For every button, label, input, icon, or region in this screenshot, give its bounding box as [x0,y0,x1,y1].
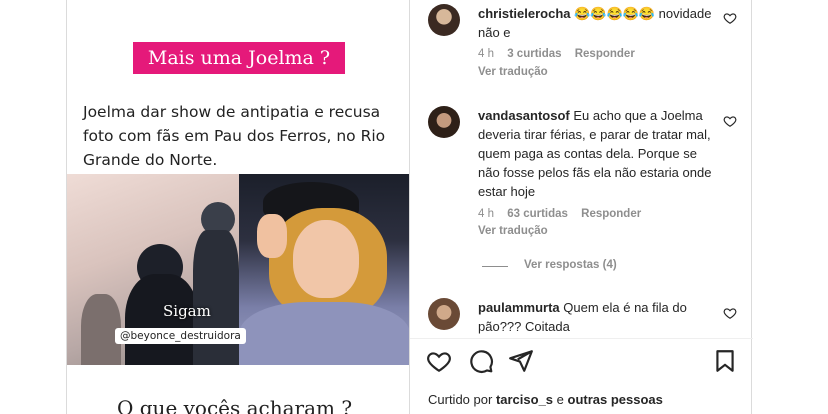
comment-username[interactable]: paulammurta [478,300,560,315]
comment-username[interactable]: vandasantosof [478,108,570,123]
instagram-post-view: Mais uma Joelma ? Joelma dar show de ant… [0,0,828,414]
post-title: Mais uma Joelma ? [147,47,331,69]
translate-link[interactable]: Ver tradução [478,66,548,78]
photo-caption: Sigam [163,302,211,320]
liked-by-others[interactable]: outras pessoas [568,392,663,407]
photo-handle-tag: @beyonce_destruidora [115,328,246,344]
avatar[interactable] [428,106,460,138]
photo-person-shape [193,230,239,365]
photo-hand-shape [257,214,287,258]
comment-likes[interactable]: 3 curtidas [507,48,561,60]
heart-icon[interactable] [723,306,737,320]
bookmark-icon[interactable] [712,348,738,374]
avatar[interactable] [428,4,460,36]
photo-face-shape [293,220,359,298]
post-image-panel: Mais uma Joelma ? Joelma dar show de ant… [66,0,409,414]
view-replies-button[interactable]: Ver respostas (4) [524,259,617,271]
post-question: O que vocês acharam ? [117,396,353,414]
heart-icon[interactable] [723,114,737,128]
avatar[interactable] [428,298,460,330]
comment-time: 4 h [478,208,494,220]
post-body-text: Joelma dar show de antipatia e recusa fo… [83,103,386,169]
photo-robe-shape [239,302,409,365]
liked-by-user[interactable]: tarciso_s [496,392,553,407]
translate-link[interactable]: Ver tradução [478,225,548,237]
photo-right-scene [239,174,409,365]
post-photo: Sigam @beyonce_destruidora [67,174,409,365]
heart-icon[interactable] [426,348,452,374]
reply-button[interactable]: Responder [575,48,635,60]
comment-likes[interactable]: 63 curtidas [507,208,568,220]
replies-divider [482,266,508,267]
liked-by-prefix: Curtido por [428,392,493,407]
liked-by-summary: Curtido por tarciso_s e outras pessoas [428,392,663,407]
comments-panel: christielerocha 😂😂😂😂😂 novidade não e 4 h… [409,0,753,414]
comment-time: 4 h [478,48,494,60]
reply-button[interactable]: Responder [581,208,641,220]
post-title-banner: Mais uma Joelma ? [133,42,345,74]
actions-divider [410,338,753,339]
share-icon[interactable] [508,348,534,374]
heart-icon[interactable] [723,11,737,25]
liked-by-conjunction: e [556,392,564,407]
comment-username[interactable]: christielerocha [478,6,571,21]
comment-icon[interactable] [468,348,494,374]
